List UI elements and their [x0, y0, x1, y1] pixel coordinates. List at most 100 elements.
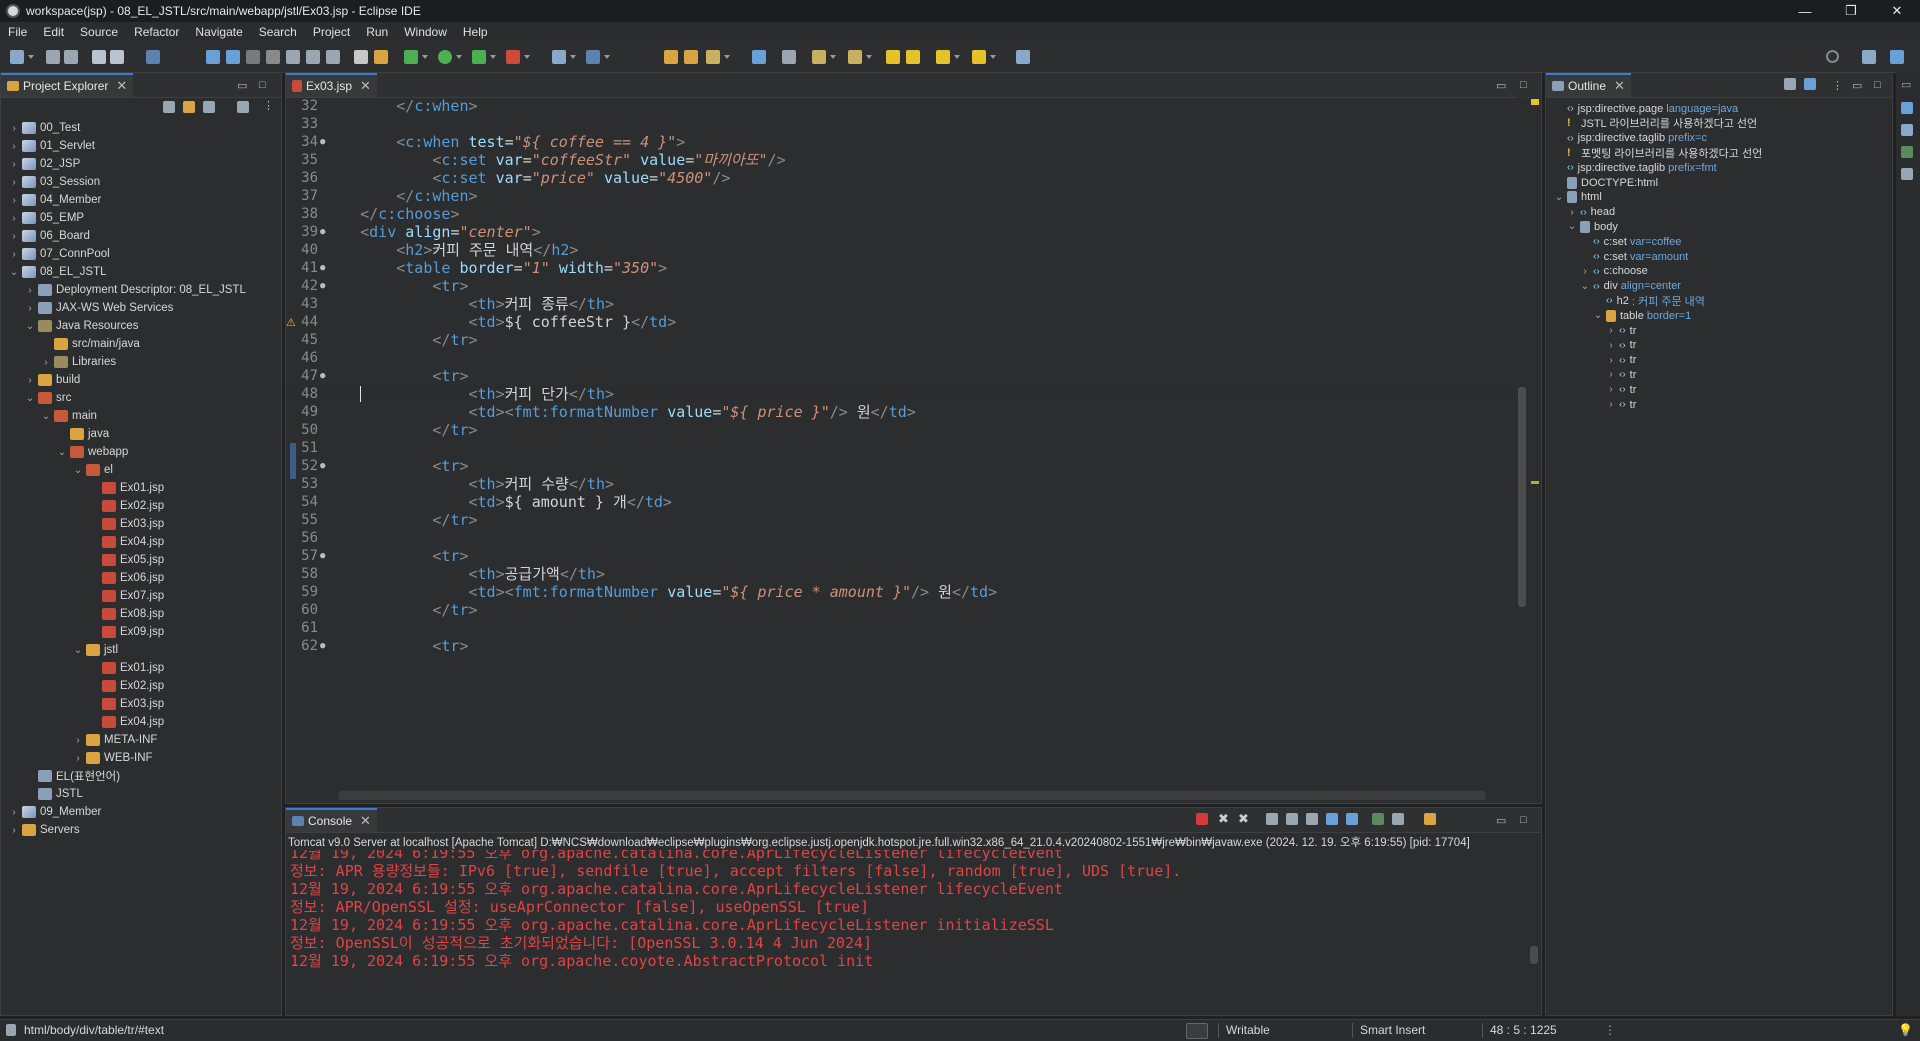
chevron-right-icon[interactable]: ›	[9, 213, 19, 224]
new-class-icon[interactable]	[586, 50, 600, 64]
chevron-down-icon[interactable]: ⌄	[1567, 221, 1577, 232]
tree-item[interactable]: › build	[25, 371, 80, 389]
outline-item[interactable]: ‹› jsp:directive.taglib prefix=c	[1554, 131, 1707, 146]
tree-item[interactable]: › 01_Servlet	[9, 137, 95, 155]
tree-item[interactable]: › WEB-INF	[73, 749, 153, 767]
display-console-icon[interactable]	[1392, 813, 1404, 825]
chevron-down-icon[interactable]: ⌄	[1554, 192, 1564, 203]
view-menu-icon[interactable]: ⋮	[1832, 79, 1843, 92]
redo-icon[interactable]	[110, 50, 124, 64]
tree-item[interactable]: › Libraries	[41, 353, 116, 371]
undo-icon[interactable]	[92, 50, 106, 64]
code-line[interactable]: 41 ● <table border="1" width="350">	[286, 259, 1515, 277]
tree-item[interactable]: Ex01.jsp	[89, 479, 164, 497]
open-task-icon[interactable]	[374, 50, 388, 64]
chevron-right-icon[interactable]: ›	[1606, 384, 1616, 395]
close-icon[interactable]: ✕	[1614, 78, 1625, 94]
chevron-down-icon[interactable]: ⌄	[1593, 310, 1603, 321]
overview-warning-marker[interactable]	[1531, 99, 1539, 105]
save-icon[interactable]	[46, 50, 60, 64]
scrollbar-thumb[interactable]	[1518, 387, 1526, 607]
close-icon[interactable]: ✕	[116, 78, 127, 94]
outline-item[interactable]: ‹› jsp:directive.page language=java	[1554, 101, 1738, 116]
tree-item[interactable]: Ex09.jsp	[89, 623, 164, 641]
next-annotation-dropdown-icon[interactable]	[830, 55, 836, 59]
outline-item[interactable]: ! JSTL 라이브러리를 사용하겠다고 선언	[1554, 116, 1757, 131]
tree-item[interactable]: Ex02.jsp	[89, 677, 164, 695]
code-line[interactable]: 60 </tr>	[286, 601, 1515, 619]
chevron-down-icon[interactable]: ⌄	[1580, 281, 1590, 292]
vertical-scrollbar[interactable]	[1517, 97, 1527, 789]
minimize-view-icon[interactable]: ▭	[237, 79, 247, 92]
outline-item[interactable]: ‹› h2: 커피 주문 내역	[1593, 293, 1705, 308]
outline-item[interactable]: › ‹› tr	[1606, 367, 1636, 382]
link-with-editor-icon[interactable]	[183, 101, 195, 113]
close-icon[interactable]: ✕	[360, 78, 371, 94]
new-server-dropdown-icon[interactable]	[570, 55, 576, 59]
tree-item[interactable]: JSTL	[25, 785, 83, 803]
tab-project-explorer[interactable]: Project Explorer ✕	[1, 73, 134, 97]
outline-item[interactable]: ⌄ html	[1554, 190, 1602, 205]
code-line[interactable]: 52 ● <tr>	[286, 457, 1515, 475]
code-line[interactable]: 44 <td>${ coffeeStr }</td>	[286, 313, 1515, 331]
tree-item[interactable]: Ex07.jsp	[89, 587, 164, 605]
close-icon[interactable]: ✕	[360, 813, 371, 829]
skip-breakpoints-icon[interactable]	[354, 50, 368, 64]
tree-item[interactable]: ⌄ jstl	[73, 641, 118, 659]
tree-item[interactable]: Ex05.jsp	[89, 551, 164, 569]
terminate-icon[interactable]	[246, 50, 260, 64]
horizontal-scrollbar[interactable]	[286, 789, 1541, 803]
new-dropdown-icon[interactable]	[28, 55, 34, 59]
chevron-right-icon[interactable]: ›	[1606, 355, 1616, 366]
minimize-view-icon[interactable]: ▭	[1496, 79, 1506, 92]
tree-item[interactable]: › 07_ConnPool	[9, 245, 110, 263]
suspend-icon[interactable]	[226, 50, 240, 64]
code-line[interactable]: 43 <th>커피 종류</th>	[286, 295, 1515, 313]
code-area[interactable]: 32 </c:when> 33 34 ● <c:when test="${ coffe…	[286, 97, 1515, 789]
show-stderr-icon[interactable]	[1346, 813, 1358, 825]
tab-console[interactable]: Console ✕	[286, 808, 377, 832]
tree-item[interactable]: ⌄ 08_EL_JSTL	[9, 263, 107, 281]
terminate-icon[interactable]	[1196, 813, 1208, 825]
properties-icon[interactable]	[1901, 168, 1913, 180]
terminal-icon[interactable]	[146, 50, 160, 64]
outline-item[interactable]: › ‹› tr	[1606, 338, 1636, 353]
next-annotation-icon[interactable]	[812, 50, 826, 64]
outline-item[interactable]: ‹› c:set var=coffee	[1580, 234, 1681, 249]
back-nav-dropdown-icon[interactable]	[954, 55, 960, 59]
tree-item[interactable]: › Deployment Descriptor: 08_EL_JSTL	[25, 281, 246, 299]
remove-all-icon[interactable]: ✖	[1238, 811, 1249, 827]
tree-item[interactable]: › META-INF	[73, 731, 157, 749]
code-line[interactable]: 46	[286, 349, 1515, 367]
tree-item[interactable]: Ex06.jsp	[89, 569, 164, 587]
code-line[interactable]: 36 <c:set var="price" value="4500"/>	[286, 169, 1515, 187]
open-perspective-icon[interactable]	[1862, 50, 1876, 64]
outline-item[interactable]: ‹› jsp:directive.taglib prefix=fmt	[1554, 160, 1717, 175]
minimize-view-icon[interactable]: ▭	[1852, 79, 1862, 92]
maximize-view-icon[interactable]: □	[1520, 79, 1527, 91]
menu-file[interactable]: File	[0, 25, 35, 39]
tree-item[interactable]: › JAX-WS Web Services	[25, 299, 173, 317]
menu-project[interactable]: Project	[305, 25, 358, 39]
show-stdout-icon[interactable]	[1326, 813, 1338, 825]
chevron-right-icon[interactable]: ›	[9, 231, 19, 242]
tree-item[interactable]: ⌄ el	[73, 461, 113, 479]
collapse-all-icon[interactable]	[163, 101, 175, 113]
console-scroll-thumb[interactable]	[1530, 946, 1538, 964]
open-folder-icon[interactable]	[684, 50, 698, 64]
menu-help[interactable]: Help	[455, 25, 496, 39]
status-input-icon[interactable]	[1186, 1023, 1208, 1039]
status-menu-icon[interactable]: ⋮	[1604, 1023, 1616, 1037]
outline-item[interactable]: › ‹› tr	[1606, 323, 1636, 338]
warning-icon[interactable]: ⚠	[286, 316, 296, 329]
code-line[interactable]: 56	[286, 529, 1515, 547]
code-line[interactable]: 42 ● <tr>	[286, 277, 1515, 295]
restore-icon[interactable]: ▭	[1901, 78, 1911, 91]
chevron-right-icon[interactable]: ›	[9, 807, 19, 818]
tree-item[interactable]: Ex08.jsp	[89, 605, 164, 623]
chevron-right-icon[interactable]: ›	[1606, 325, 1616, 336]
forward-nav-icon[interactable]	[972, 50, 986, 64]
tree-item[interactable]: › Servers	[9, 821, 80, 839]
back-icon[interactable]	[906, 50, 920, 64]
snippets-icon[interactable]	[1901, 146, 1913, 158]
